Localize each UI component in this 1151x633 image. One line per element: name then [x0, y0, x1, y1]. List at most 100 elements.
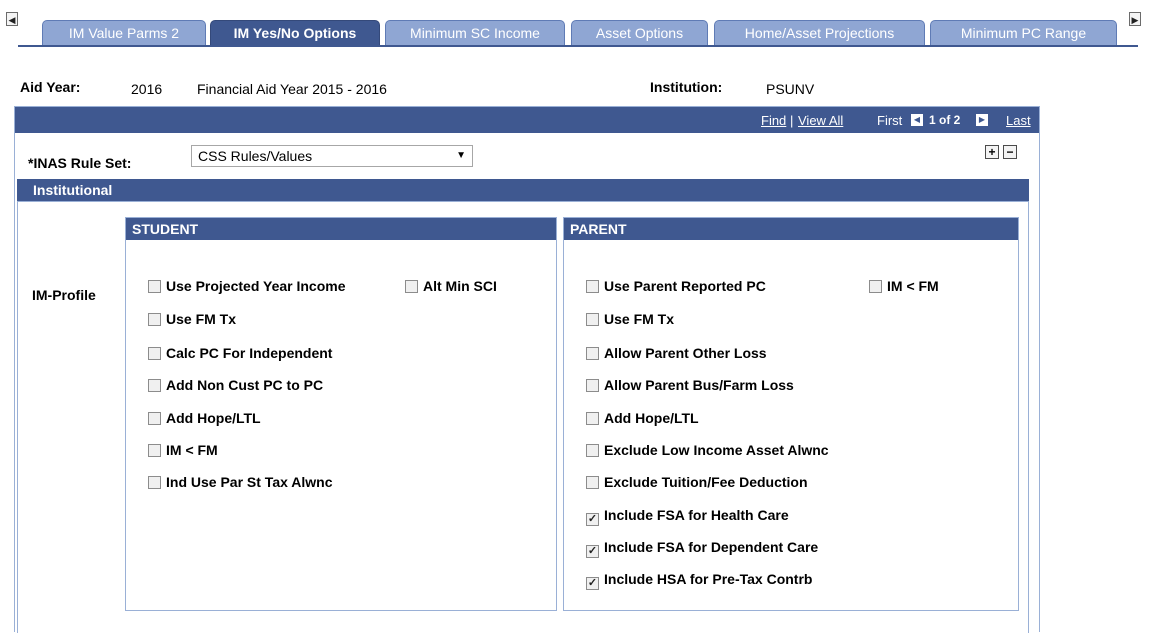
aid-year-value: 2016 — [131, 81, 163, 97]
find-link[interactable]: Find — [761, 113, 786, 128]
checkbox-parent-use-fm-tx[interactable]: Use FM Tx — [586, 311, 674, 327]
view-all-link[interactable]: View All — [798, 113, 843, 128]
tab-underline — [18, 45, 1138, 47]
checkbox-label: Include FSA for Health Care — [604, 507, 789, 523]
institution-label: Institution: — [650, 79, 723, 95]
rule-set-select[interactable]: CSS Rules/Values ▼ — [191, 145, 473, 167]
checkbox-label: Include HSA for Pre-Tax Contrb — [604, 571, 813, 587]
checkbox-icon[interactable] — [148, 280, 161, 293]
tab-minimum-sc-income[interactable]: Minimum SC Income — [385, 20, 565, 46]
institution-value: PSUNV — [766, 81, 815, 97]
checkbox-exclude-tuition-fee-deduction[interactable]: Exclude Tuition/Fee Deduction — [586, 474, 808, 490]
checkbox-icon[interactable] — [586, 412, 599, 425]
checkbox-icon[interactable] — [148, 476, 161, 489]
checkmark-icon[interactable]: ✓ — [586, 513, 599, 526]
checkbox-use-parent-reported-pc[interactable]: Use Parent Reported PC — [586, 278, 766, 294]
checkbox-label: Add Hope/LTL — [166, 410, 261, 426]
checkbox-icon[interactable] — [148, 379, 161, 392]
last-link[interactable]: Last — [1006, 113, 1031, 128]
checkbox-icon[interactable] — [586, 379, 599, 392]
parent-header: PARENT — [564, 218, 1018, 240]
rule-set-scroll-area: Find | View All First ◀ 1 of 2 ▶ Last *I… — [14, 106, 1040, 633]
tab-minimum-pc-range[interactable]: Minimum PC Range — [930, 20, 1117, 46]
tab-asset-options[interactable]: Asset Options — [571, 20, 708, 46]
checkbox-label: Use Parent Reported PC — [604, 278, 766, 294]
checkbox-icon[interactable] — [148, 412, 161, 425]
tab-scroll-right-icon[interactable]: ▶ — [1129, 12, 1141, 26]
checkbox-include-fsa-dependent-care[interactable]: ✓ Include FSA for Dependent Care — [586, 539, 818, 558]
scroll-nav-bar: Find | View All First ◀ 1 of 2 ▶ Last — [15, 107, 1039, 133]
checkbox-label: Use FM Tx — [604, 311, 675, 327]
checkbox-icon[interactable] — [586, 476, 599, 489]
institutional-header: Institutional — [17, 179, 1029, 201]
aid-year-description: Financial Aid Year 2015 - 2016 — [197, 81, 387, 97]
checkbox-icon[interactable] — [586, 444, 599, 457]
parent-box: PARENT Use Parent Reported PC IM < FM Us… — [563, 217, 1019, 611]
checkbox-label: Exclude Low Income Asset Alwnc — [604, 442, 829, 458]
checkbox-allow-parent-other-loss[interactable]: Allow Parent Other Loss — [586, 345, 767, 361]
checkmark-icon[interactable]: ✓ — [586, 577, 599, 590]
checkbox-icon[interactable] — [148, 347, 161, 360]
checkbox-label: Use Projected Year Income — [166, 278, 346, 294]
checkbox-label: IM < FM — [166, 442, 218, 458]
add-row-icon[interactable]: + — [985, 145, 999, 159]
checkbox-icon[interactable] — [405, 280, 418, 293]
student-box: STUDENT Use Projected Year Income Alt Mi… — [125, 217, 557, 611]
row-position: 1 of 2 — [929, 113, 961, 127]
checkbox-label: Add Hope/LTL — [604, 410, 699, 426]
checkbox-icon[interactable] — [869, 280, 882, 293]
tab-label: Home/Asset Projections — [744, 25, 895, 41]
checkbox-ind-use-par-st-tax-alwnc[interactable]: Ind Use Par St Tax Alwnc — [148, 474, 333, 490]
checkbox-calc-pc-for-independent[interactable]: Calc PC For Independent — [148, 345, 332, 361]
checkbox-icon[interactable] — [586, 313, 599, 326]
next-arrow-icon[interactable]: ▶ — [976, 114, 988, 126]
tab-label: Asset Options — [595, 25, 684, 41]
checkbox-parent-add-hope-ltl[interactable]: Add Hope/LTL — [586, 410, 699, 426]
checkbox-label: Allow Parent Bus/Farm Loss — [604, 377, 794, 393]
checkbox-use-fm-tx[interactable]: Use FM Tx — [148, 311, 236, 327]
checkbox-label: Use FM Tx — [166, 311, 237, 327]
tab-scroll-left-icon[interactable]: ◀ — [6, 12, 18, 26]
checkbox-label: Alt Min SCI — [423, 278, 497, 294]
checkbox-icon[interactable] — [148, 313, 161, 326]
checkbox-allow-parent-bus-farm-loss[interactable]: Allow Parent Bus/Farm Loss — [586, 377, 794, 393]
checkbox-exclude-low-income-asset-alwnc[interactable]: Exclude Low Income Asset Alwnc — [586, 442, 829, 458]
checkbox-include-fsa-health-care[interactable]: ✓ Include FSA for Health Care — [586, 507, 789, 526]
checkbox-include-hsa-pre-tax-contrb[interactable]: ✓ Include HSA for Pre-Tax Contrb — [586, 571, 812, 590]
tab-bar: ◀ IM Value Parms 2 IM Yes/No Options Min… — [0, 0, 1151, 48]
checkbox-add-hope-ltl[interactable]: Add Hope/LTL — [148, 410, 261, 426]
tab-label: IM Yes/No Options — [233, 25, 357, 41]
aid-year-label: Aid Year: — [20, 79, 81, 95]
tab-home-asset-projections[interactable]: Home/Asset Projections — [714, 20, 925, 46]
checkbox-icon[interactable] — [586, 280, 599, 293]
im-profile-label: IM-Profile — [32, 287, 96, 303]
nav-separator: | — [790, 113, 794, 128]
tab-im-value-parms-2[interactable]: IM Value Parms 2 — [42, 20, 206, 46]
rule-set-value: CSS Rules/Values — [198, 148, 313, 164]
delete-row-icon[interactable]: − — [1003, 145, 1017, 159]
tab-label: Minimum SC Income — [410, 25, 540, 41]
checkbox-parent-im-less-fm[interactable]: IM < FM — [869, 278, 939, 294]
checkbox-label: Include FSA for Dependent Care — [604, 539, 819, 555]
checkbox-icon[interactable] — [148, 444, 161, 457]
checkbox-label: Calc PC For Independent — [166, 345, 333, 361]
checkbox-alt-min-sci[interactable]: Alt Min SCI — [405, 278, 497, 294]
checkbox-im-less-fm[interactable]: IM < FM — [148, 442, 218, 458]
tab-im-yes-no-options[interactable]: IM Yes/No Options — [210, 20, 380, 46]
checkbox-use-projected-year-income[interactable]: Use Projected Year Income — [148, 278, 346, 294]
previous-arrow-icon[interactable]: ◀ — [911, 114, 923, 126]
tab-label: Minimum PC Range — [960, 25, 1087, 41]
checkbox-add-non-cust-pc[interactable]: Add Non Cust PC to PC — [148, 377, 323, 393]
checkbox-label: Exclude Tuition/Fee Deduction — [604, 474, 808, 490]
first-label: First — [877, 113, 903, 128]
student-header: STUDENT — [126, 218, 556, 240]
checkbox-label: IM < FM — [887, 278, 939, 294]
checkbox-label: Allow Parent Other Loss — [604, 345, 767, 361]
checkbox-label: Ind Use Par St Tax Alwnc — [166, 474, 333, 490]
checkbox-label: Add Non Cust PC to PC — [166, 377, 324, 393]
checkbox-icon[interactable] — [586, 347, 599, 360]
rule-set-label: *INAS Rule Set: — [28, 155, 132, 171]
chevron-down-icon: ▼ — [456, 150, 466, 161]
checkmark-icon[interactable]: ✓ — [586, 545, 599, 558]
tab-label: IM Value Parms 2 — [68, 25, 180, 41]
